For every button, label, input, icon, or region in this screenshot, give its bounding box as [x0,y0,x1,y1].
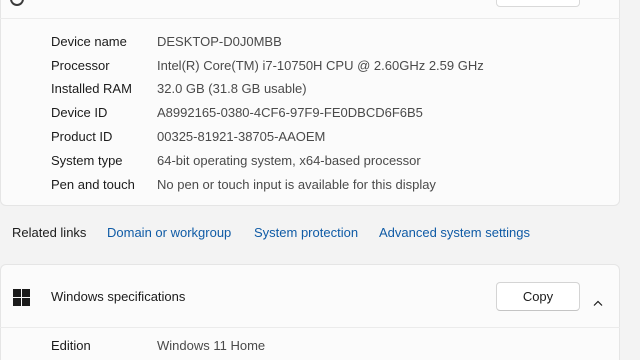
divider [0,327,620,328]
device-specifications-title-fragment [52,0,112,3]
spec-value[interactable]: 00325-81921-38705-AAOEM [157,128,325,146]
windows-specifications-title: Windows specifications [51,289,186,304]
spec-label: Installed RAM [51,81,132,96]
spec-label: Device ID [51,105,108,120]
spec-label: Processor [51,58,110,73]
spec-value[interactable]: DESKTOP-D0J0MBB [157,33,282,51]
scroll-gutter [620,0,640,360]
divider [0,18,620,19]
copy-button[interactable]: Copy [496,282,580,311]
spec-label: Device name [51,34,127,49]
settings-about-page: Device name DESKTOP-D0J0MBB Processor In… [0,0,640,360]
spec-value[interactable]: Intel(R) Core(TM) i7-10750H CPU @ 2.60GH… [157,57,484,75]
windows-specifications-header[interactable]: Windows specifications Copy [0,264,620,328]
spec-value[interactable]: No pen or touch input is available for t… [157,176,436,194]
windows-logo-icon [13,289,30,306]
spec-label: System type [51,153,123,168]
spec-value[interactable]: A8992165-0380-4CF6-97F9-FE0DBCD6F6B5 [157,104,423,122]
spec-label: Edition [51,338,91,353]
system-protection-link[interactable]: System protection [254,224,358,242]
domain-or-workgroup-link[interactable]: Domain or workgroup [107,224,231,242]
related-links-bar: Related links Domain or workgroup System… [0,207,620,261]
spec-value[interactable]: 32.0 GB (31.8 GB usable) [157,80,307,98]
related-links-title: Related links [12,225,87,240]
device-specs-copy-button[interactable] [496,0,580,7]
spec-value[interactable]: 64-bit operating system, x64-based proce… [157,152,421,170]
advanced-system-settings-link[interactable]: Advanced system settings [379,224,530,242]
spec-label: Pen and touch [51,177,135,192]
chevron-up-icon[interactable] [593,293,603,306]
spec-value[interactable]: Windows 11 Home [157,337,265,355]
device-icon [10,0,24,6]
spec-label: Product ID [51,129,113,144]
